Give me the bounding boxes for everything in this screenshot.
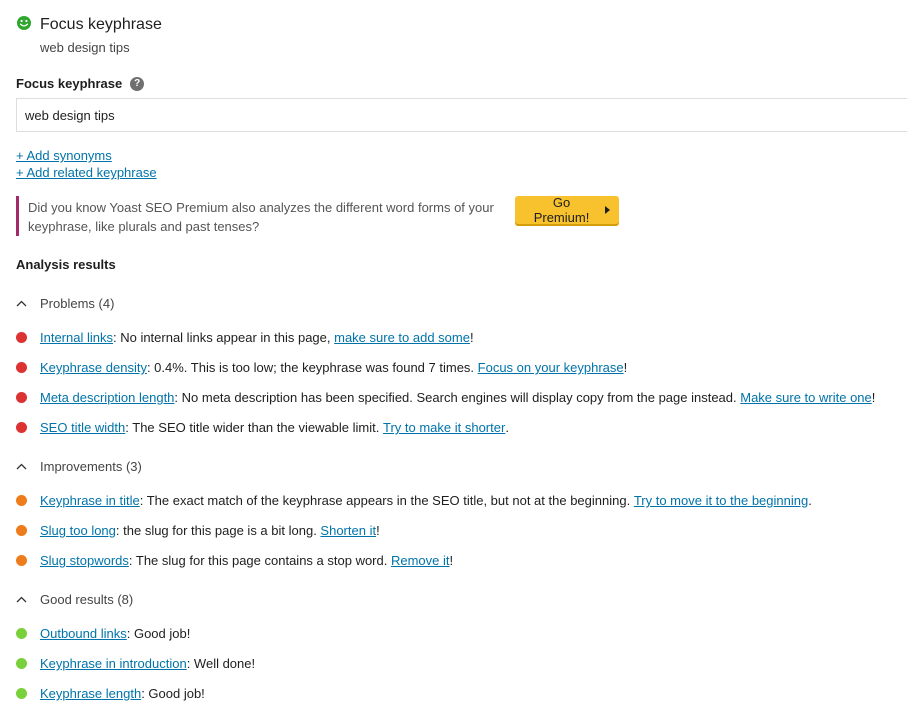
result-end: !	[469, 330, 474, 345]
slug-stopwords-link[interactable]: Slug stopwords	[40, 553, 129, 568]
result-text: : The slug for this page contains a stop…	[128, 553, 391, 568]
result-text: : Well done!	[186, 656, 256, 671]
result-item: Keyphrase in introduction: Well done!	[16, 656, 255, 671]
result-text: : the slug for this page is a bit long.	[115, 523, 321, 538]
slug-too-long-link[interactable]: Slug too long	[40, 523, 116, 538]
result-text: : The SEO title wider than the viewable …	[125, 420, 383, 435]
triangle-right-icon	[605, 206, 610, 214]
result-end: .	[808, 493, 812, 508]
help-icon[interactable]: ?	[130, 76, 145, 91]
chevron-up-icon	[16, 463, 27, 470]
bad-status-bullet	[16, 422, 27, 433]
meta-description-length-link[interactable]: Meta description length	[40, 390, 174, 405]
result-item: Keyphrase length: Good job!	[16, 686, 205, 701]
chevron-up-icon	[16, 300, 27, 307]
chevron-up-icon	[16, 596, 27, 603]
header-title: Focus keyphrase	[40, 16, 162, 33]
problems-toggle[interactable]: Problems (4)	[16, 296, 114, 311]
good-results-toggle[interactable]: Good results (8)	[16, 592, 133, 607]
good-results-label: Good results (8)	[40, 592, 134, 607]
result-item: Outbound links: Good job!	[16, 626, 190, 641]
result-action-link[interactable]: Focus on your keyphrase	[478, 360, 624, 375]
bad-status-bullet	[16, 392, 27, 403]
analysis-results-title: Analysis results	[16, 257, 116, 272]
improvements-toggle[interactable]: Improvements (3)	[16, 459, 142, 474]
smiley-icon	[17, 16, 31, 30]
result-end: !	[449, 553, 454, 568]
add-related-keyphrase-link[interactable]: + Add related keyphrase	[16, 165, 157, 180]
seo-title-width-link[interactable]: SEO title width	[40, 420, 125, 435]
internal-links-link[interactable]: Internal links	[40, 330, 113, 345]
outbound-links-link[interactable]: Outbound links	[40, 626, 127, 641]
result-item: Slug too long: the slug for this page is…	[16, 523, 380, 538]
premium-notice-text: Did you know Yoast SEO Premium also anal…	[28, 200, 494, 234]
keyphrase-in-title-link[interactable]: Keyphrase in title	[40, 493, 140, 508]
keyphrase-in-introduction-link[interactable]: Keyphrase in introduction	[40, 656, 187, 671]
result-end: !	[871, 390, 876, 405]
focus-keyphrase-label: Focus keyphrase	[16, 76, 123, 91]
keyphrase-length-link[interactable]: Keyphrase length	[40, 686, 141, 701]
result-action-link[interactable]: make sure to add some	[334, 330, 470, 345]
focus-keyphrase-label-row: Focus keyphrase ?	[16, 76, 145, 91]
focus-keyphrase-input[interactable]	[16, 98, 907, 132]
result-text: : Good job!	[141, 686, 205, 701]
bad-status-bullet	[16, 362, 27, 373]
result-text: : No meta description has been specified…	[174, 390, 741, 405]
result-action-link[interactable]: Try to make it shorter	[383, 420, 505, 435]
good-status-bullet	[16, 628, 27, 639]
result-action-link[interactable]: Shorten it	[320, 523, 376, 538]
result-end: !	[376, 523, 380, 538]
result-action-link[interactable]: Make sure to write one	[740, 390, 872, 405]
good-status-bullet	[16, 688, 27, 699]
result-end: !	[623, 360, 628, 375]
good-status-bullet	[16, 658, 27, 669]
result-item: Keyphrase in title: The exact match of t…	[16, 493, 812, 508]
result-text: : 0.4%. This is too low; the keyphrase w…	[146, 360, 478, 375]
result-item: Keyphrase density: 0.4%. This is too low…	[16, 360, 627, 375]
result-item: SEO title width: The SEO title wider tha…	[16, 420, 509, 435]
result-action-link[interactable]: Try to move it to the beginning	[634, 493, 808, 508]
add-synonyms-link[interactable]: + Add synonyms	[16, 148, 112, 163]
ok-status-bullet	[16, 525, 27, 536]
problems-label: Problems (4)	[40, 296, 115, 311]
go-premium-button[interactable]: Go Premium!	[515, 195, 619, 225]
result-text: : Good job!	[126, 626, 191, 641]
premium-notice: Did you know Yoast SEO Premium also anal…	[16, 195, 619, 236]
result-text: : The exact match of the keyphrase appea…	[139, 493, 634, 508]
result-end: .	[505, 420, 509, 435]
ok-status-bullet	[16, 495, 27, 506]
ok-status-bullet	[16, 555, 27, 566]
result-item: Meta description length: No meta descrip…	[16, 390, 875, 405]
header-subtitle: web design tips	[40, 40, 130, 55]
result-text: : No internal links appear in this page,	[112, 330, 335, 345]
result-item: Slug stopwords: The slug for this page c…	[16, 553, 453, 568]
go-premium-label: Go Premium!	[533, 195, 590, 225]
bad-status-bullet	[16, 332, 27, 343]
improvements-label: Improvements (3)	[40, 459, 142, 474]
result-action-link[interactable]: Remove it	[391, 553, 450, 568]
keyphrase-density-link[interactable]: Keyphrase density	[40, 360, 147, 375]
result-item: Internal links: No internal links appear…	[16, 330, 474, 345]
